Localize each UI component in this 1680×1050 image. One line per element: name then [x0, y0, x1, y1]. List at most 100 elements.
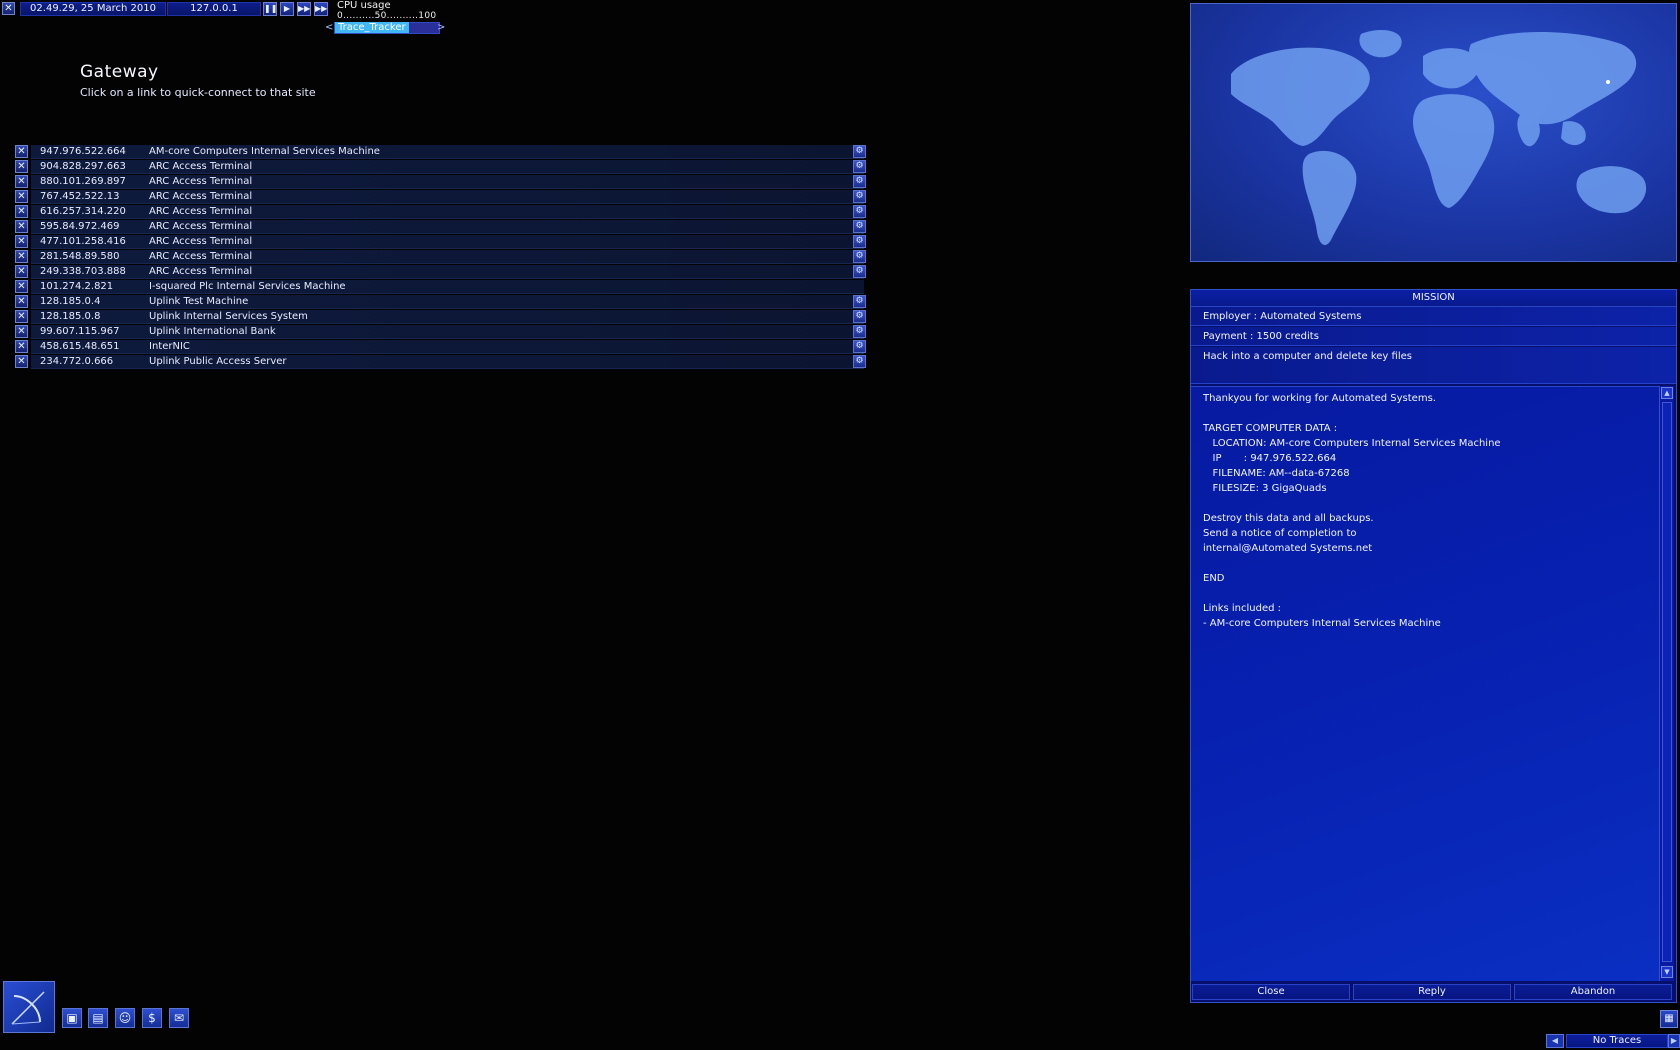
connect-icon[interactable]: ⚙ — [853, 175, 866, 188]
connect-icon[interactable]: ⚙ — [853, 190, 866, 203]
trace-prev-button[interactable]: < — [325, 22, 333, 33]
link-ip: 595.84.972.469 — [40, 221, 120, 232]
traces-status: No Traces — [1566, 1034, 1668, 1048]
connect-icon[interactable]: ⚙ — [853, 250, 866, 263]
connect-icon[interactable]: ⚙ — [853, 310, 866, 323]
link-row[interactable]: ✕ 99.607.115.967 Uplink International Bank… — [15, 325, 867, 339]
connect-icon[interactable]: ⚙ — [853, 145, 866, 158]
finance-icon[interactable]: $ — [142, 1008, 162, 1028]
link-name: ARC Access Terminal — [149, 176, 253, 187]
delete-link-icon[interactable]: ✕ — [15, 310, 28, 323]
connect-icon[interactable]: ⚙ — [853, 325, 866, 338]
page-title: Gateway — [80, 62, 159, 82]
delete-link-icon[interactable]: ✕ — [15, 175, 28, 188]
delete-link-icon[interactable]: ✕ — [15, 295, 28, 308]
mission-body: Thankyou for working for Automated Syste… — [1191, 386, 1661, 981]
world-map-graphic — [1231, 30, 1647, 246]
close-button[interactable]: Close — [1192, 984, 1350, 1000]
link-row[interactable]: ✕ 128.185.0.8 Uplink Internal Services Sys… — [15, 310, 867, 324]
connect-icon[interactable]: ⚙ — [853, 160, 866, 173]
delete-link-icon[interactable]: ✕ — [15, 355, 28, 368]
link-ip: 234.772.0.666 — [40, 356, 114, 367]
link-row[interactable]: ✕ 595.84.972.469 ARC Access Terminal ⚙ — [15, 220, 867, 234]
satellite-dish-icon — [11, 991, 45, 1025]
link-ip: 904.828.297.663 — [40, 161, 126, 172]
mission-panel: MISSION Employer : Automated Systems Pay… — [1190, 289, 1677, 1003]
hardware-icon[interactable]: ▤ — [88, 1008, 108, 1028]
fast-forward-icon[interactable]: ▶▶ — [297, 2, 311, 16]
reply-button[interactable]: Reply — [1353, 984, 1511, 1000]
uplink-logo-icon[interactable] — [3, 981, 55, 1033]
scroll-down-icon[interactable]: ▼ — [1661, 966, 1673, 978]
link-row[interactable]: ✕ 616.257.314.220 ARC Access Terminal ⚙ — [15, 205, 867, 219]
link-name: Uplink Public Access Server — [149, 356, 287, 367]
trace-tracker-value: Trace_Tracker — [335, 22, 409, 33]
link-row[interactable]: ✕ 767.452.522.13 ARC Access Terminal ⚙ — [15, 190, 867, 204]
connect-icon[interactable]: ⚙ — [853, 235, 866, 248]
delete-link-icon[interactable]: ✕ — [15, 220, 28, 233]
mission-payment: Payment : 1500 credits — [1191, 327, 1676, 346]
connect-icon[interactable]: ⚙ — [853, 340, 866, 353]
connect-icon[interactable]: ⚙ — [853, 220, 866, 233]
pause-icon[interactable]: ❚❚ — [263, 2, 277, 16]
email-icon[interactable]: ✉ — [169, 1008, 189, 1028]
link-row[interactable]: ✕ 904.828.297.663 ARC Access Terminal ⚙ — [15, 160, 867, 174]
software-icon[interactable]: ▣ — [62, 1008, 82, 1028]
connect-icon[interactable]: ⚙ — [853, 295, 866, 308]
link-name: ARC Access Terminal — [149, 236, 253, 247]
link-row[interactable]: ✕ 458.615.48.651 InterNIC ⚙ — [15, 340, 867, 354]
cpu-usage-label: CPU usage — [337, 0, 391, 11]
delete-link-icon[interactable]: ✕ — [15, 250, 28, 263]
link-row[interactable]: ✕ 947.976.522.664 AM-core Computers Intern… — [15, 145, 867, 159]
fastest-forward-icon[interactable]: ▶▶ — [314, 2, 328, 16]
link-ip: 99.607.115.967 — [40, 326, 120, 337]
traces-forward-icon[interactable]: ▶ — [1668, 1034, 1680, 1048]
traces-back-icon[interactable]: ◀ — [1546, 1034, 1564, 1048]
connect-icon[interactable]: ⚙ — [853, 265, 866, 278]
delete-link-icon[interactable]: ✕ — [15, 205, 28, 218]
scroll-up-icon[interactable]: ▲ — [1661, 387, 1673, 399]
abandon-button[interactable]: Abandon — [1514, 984, 1672, 1000]
delete-link-icon[interactable]: ✕ — [15, 265, 28, 278]
scroll-thumb[interactable] — [1662, 402, 1672, 962]
link-ip: 128.185.0.8 — [40, 311, 101, 322]
link-name: ARC Access Terminal — [149, 161, 253, 172]
delete-link-icon[interactable]: ✕ — [15, 160, 28, 173]
world-map[interactable] — [1190, 3, 1677, 262]
connect-icon[interactable]: ⚙ — [853, 205, 866, 218]
delete-link-icon[interactable]: ✕ — [15, 190, 28, 203]
link-name: ARC Access Terminal — [149, 221, 253, 232]
delete-link-icon[interactable]: ✕ — [15, 325, 28, 338]
status-icon[interactable]: ☺ — [115, 1008, 135, 1028]
connect-icon[interactable]: ⚙ — [853, 355, 866, 368]
mission-header: MISSION — [1191, 290, 1676, 307]
link-row[interactable]: ✕ 101.274.2.821 I-squared Plc Internal Ser… — [15, 280, 867, 294]
mission-scrollbar[interactable]: ▲ ▼ — [1659, 386, 1674, 981]
cpu-usage-scale: 0..........50..........100 — [337, 11, 437, 21]
notes-icon[interactable]: ▦ — [1660, 1010, 1678, 1028]
link-row[interactable]: ✕ 128.185.0.4 Uplink Test Machine ⚙ — [15, 295, 867, 309]
play-icon[interactable]: ▶ — [280, 2, 294, 16]
mission-description: Hack into a computer and delete key file… — [1191, 347, 1676, 384]
link-name: AM-core Computers Internal Services Mach… — [149, 146, 380, 157]
trace-tracker-selector[interactable]: Trace_Tracker — [334, 22, 440, 34]
link-name: I-squared Plc Internal Services Machine — [149, 281, 346, 292]
link-name: ARC Access Terminal — [149, 266, 253, 277]
delete-link-icon[interactable]: ✕ — [15, 280, 28, 293]
link-ip: 616.257.314.220 — [40, 206, 126, 217]
delete-link-icon[interactable]: ✕ — [15, 145, 28, 158]
local-ip-display: 127.0.0.1 — [167, 2, 261, 16]
datetime-display: 02.49.29, 25 March 2010 — [20, 2, 166, 16]
link-row[interactable]: ✕ 880.101.269.897 ARC Access Terminal ⚙ — [15, 175, 867, 189]
trace-next-button[interactable]: > — [437, 22, 445, 33]
link-ip: 947.976.522.664 — [40, 146, 126, 157]
close-icon[interactable]: ✕ — [2, 2, 15, 15]
link-row[interactable]: ✕ 281.548.89.580 ARC Access Terminal ⚙ — [15, 250, 867, 264]
link-row[interactable]: ✕ 249.338.703.888 ARC Access Terminal ⚙ — [15, 265, 867, 279]
link-name: Uplink International Bank — [149, 326, 276, 337]
delete-link-icon[interactable]: ✕ — [15, 235, 28, 248]
link-row[interactable]: ✕ 234.772.0.666 Uplink Public Access Serve… — [15, 355, 867, 369]
link-row[interactable]: ✕ 477.101.258.416 ARC Access Terminal ⚙ — [15, 235, 867, 249]
link-name: ARC Access Terminal — [149, 191, 253, 202]
delete-link-icon[interactable]: ✕ — [15, 340, 28, 353]
